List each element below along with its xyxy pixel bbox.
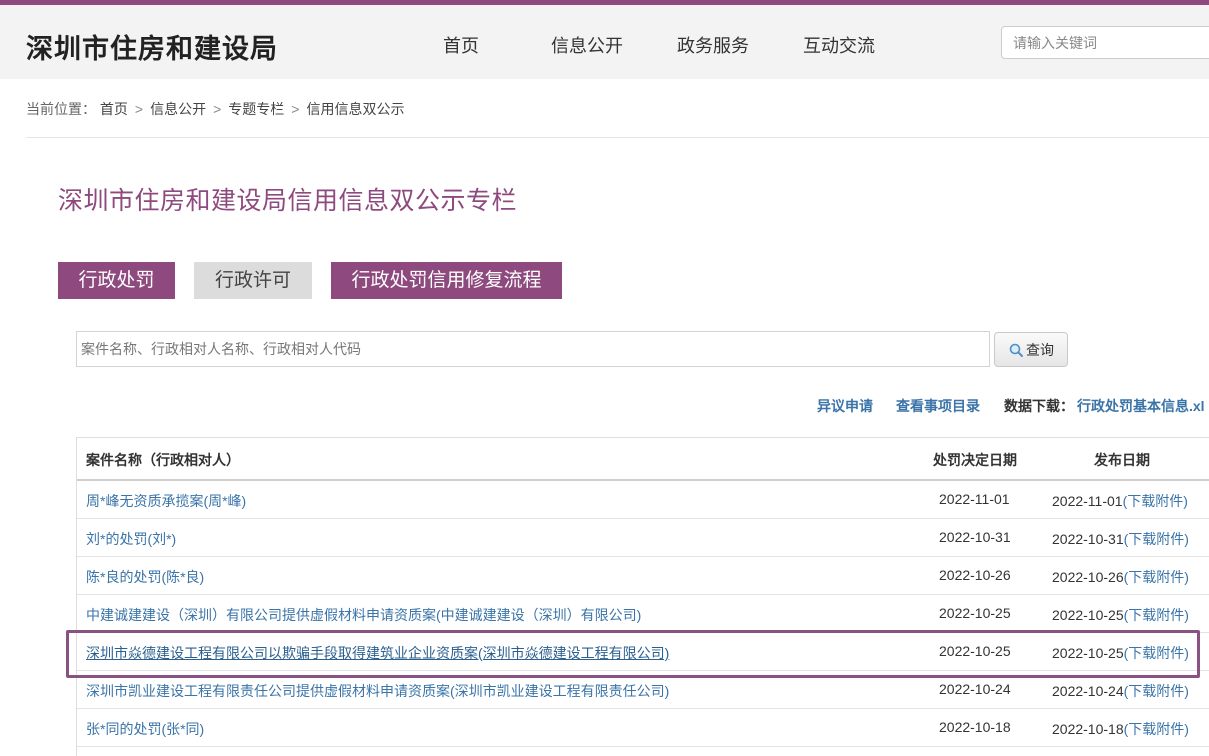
case-search-input[interactable] [76,331,990,367]
breadcrumb-divider [26,137,1209,138]
nav-interaction[interactable]: 互动交流 [803,32,875,58]
table-row: 周*峰无资质承揽案(周*峰) 2022-11-01 2022-11-01(下载附… [77,481,1209,519]
breadcrumb-special-topics[interactable]: 专题专栏 [228,101,284,117]
download-file-link[interactable]: 行政处罚基本信息.xl [1077,396,1205,416]
publish-date-cell: 2022-10-26(下载附件) [1052,567,1189,587]
breadcrumb: 当前位置： 首页 > 信息公开 > 专题专栏 > 信用信息双公示 [26,99,404,119]
objection-link[interactable]: 异议申请 [817,396,873,416]
tab-credit-repair-process[interactable]: 行政处罚信用修复流程 [331,262,562,299]
case-name-link[interactable]: 中建诚建建设（深圳）有限公司提供虚假材料申请资质案(中建诚建建设（深圳）有限公司… [86,605,641,625]
case-name-link[interactable]: 张*同的处罚(张*同) [86,719,204,739]
download-attachment-link[interactable]: (下载附件) [1123,493,1188,509]
case-name-link[interactable]: 周*峰无资质承揽案(周*峰) [86,491,246,511]
decision-date: 2022-10-25 [939,605,1011,621]
header-case-name: 案件名称（行政相对人） [86,452,240,468]
breadcrumb-home[interactable]: 首页 [100,101,128,117]
table-row: 中建诚建建设（深圳）有限公司提供虚假材料申请资质案(中建诚建建设（深圳）有限公司… [77,595,1209,633]
breadcrumb-prefix: 当前位置： [26,101,96,117]
decision-date: 2022-10-24 [939,681,1011,697]
breadcrumb-info-disclosure[interactable]: 信息公开 [150,101,206,117]
publish-date-cell: 2022-10-31(下载附件) [1052,529,1189,549]
publish-date-cell: 2022-11-01(下载附件) [1052,491,1188,511]
query-button[interactable]: 查询 [994,332,1068,367]
page-title: 深圳市住房和建设局信用信息双公示专栏 [58,187,518,215]
case-name-link[interactable]: 刘*的处罚(刘*) [86,529,176,549]
table-row: 刘*的处罚(刘*) 2022-10-31 2022-10-31(下载附件) [77,519,1209,557]
decision-date: 2022-10-26 [939,567,1011,583]
download-attachment-link[interactable]: (下载附件) [1124,683,1189,699]
publish-date: 2022-11-01 [1052,493,1123,509]
case-name-link[interactable]: 陈*良的处罚(陈*良) [86,567,204,587]
publish-date-cell: 2022-10-18(下载附件) [1052,719,1189,739]
query-button-label: 查询 [1026,341,1054,358]
tab-administrative-license[interactable]: 行政许可 [194,262,312,299]
header-publish-date: 发布日期 [1094,452,1150,468]
publish-date: 2022-10-31 [1052,531,1124,547]
decision-date: 2022-10-18 [939,719,1011,735]
download-attachment-link[interactable]: (下载附件) [1124,531,1189,547]
publish-date: 2022-10-25 [1052,607,1124,623]
breadcrumb-separator: > [213,101,222,117]
site-title[interactable]: 深圳市住房和建设局 [26,27,278,66]
publish-date: 2022-10-18 [1052,721,1124,737]
header-decision-date: 处罚决定日期 [933,452,1017,468]
decision-date: 2022-10-31 [939,529,1011,545]
decision-date: 2022-11-01 [939,491,1010,507]
table-row: 陈*良的处罚(陈*良) 2022-10-26 2022-10-26(下载附件) [77,557,1209,595]
nav-info-disclosure[interactable]: 信息公开 [551,32,623,58]
publish-date-cell: 2022-10-25(下载附件) [1052,605,1189,625]
download-label: 数据下载： [1004,398,1074,414]
table-header: 案件名称（行政相对人） 处罚决定日期 发布日期 [77,438,1209,481]
catalog-link[interactable]: 查看事项目录 [896,396,980,416]
download-attachment-link[interactable]: (下载附件) [1124,721,1189,737]
breadcrumb-separator: > [134,101,144,117]
nav-home[interactable]: 首页 [443,32,479,58]
publish-date: 2022-10-24 [1052,683,1124,699]
penalty-table: 案件名称（行政相对人） 处罚决定日期 发布日期 周*峰无资质承揽案(周*峰) 2… [76,437,1209,756]
tab-administrative-penalty[interactable]: 行政处罚 [58,262,175,299]
download-attachment-link[interactable]: (下载附件) [1124,569,1189,585]
search-icon [1009,343,1023,357]
breadcrumb-separator: > [291,101,300,117]
publish-date: 2022-10-26 [1052,569,1124,585]
row-highlight-outline [66,630,1200,678]
publish-date-cell: 2022-10-24(下载附件) [1052,681,1189,701]
breadcrumb-credit-publicity[interactable]: 信用信息双公示 [306,101,404,117]
case-name-link[interactable]: 深圳市凯业建设工程有限责任公司提供虚假材料申请资质案(深圳市凯业建设工程有限责任… [86,681,669,701]
table-row: 张*同的处罚(张*同) 2022-10-18 2022-10-18(下载附件) [77,709,1209,747]
site-search-input[interactable] [1001,26,1209,59]
nav-gov-services[interactable]: 政务服务 [677,32,749,58]
site-header: 深圳市住房和建设局 首页 信息公开 政务服务 互动交流 [0,5,1209,79]
download-attachment-link[interactable]: (下载附件) [1124,607,1189,623]
